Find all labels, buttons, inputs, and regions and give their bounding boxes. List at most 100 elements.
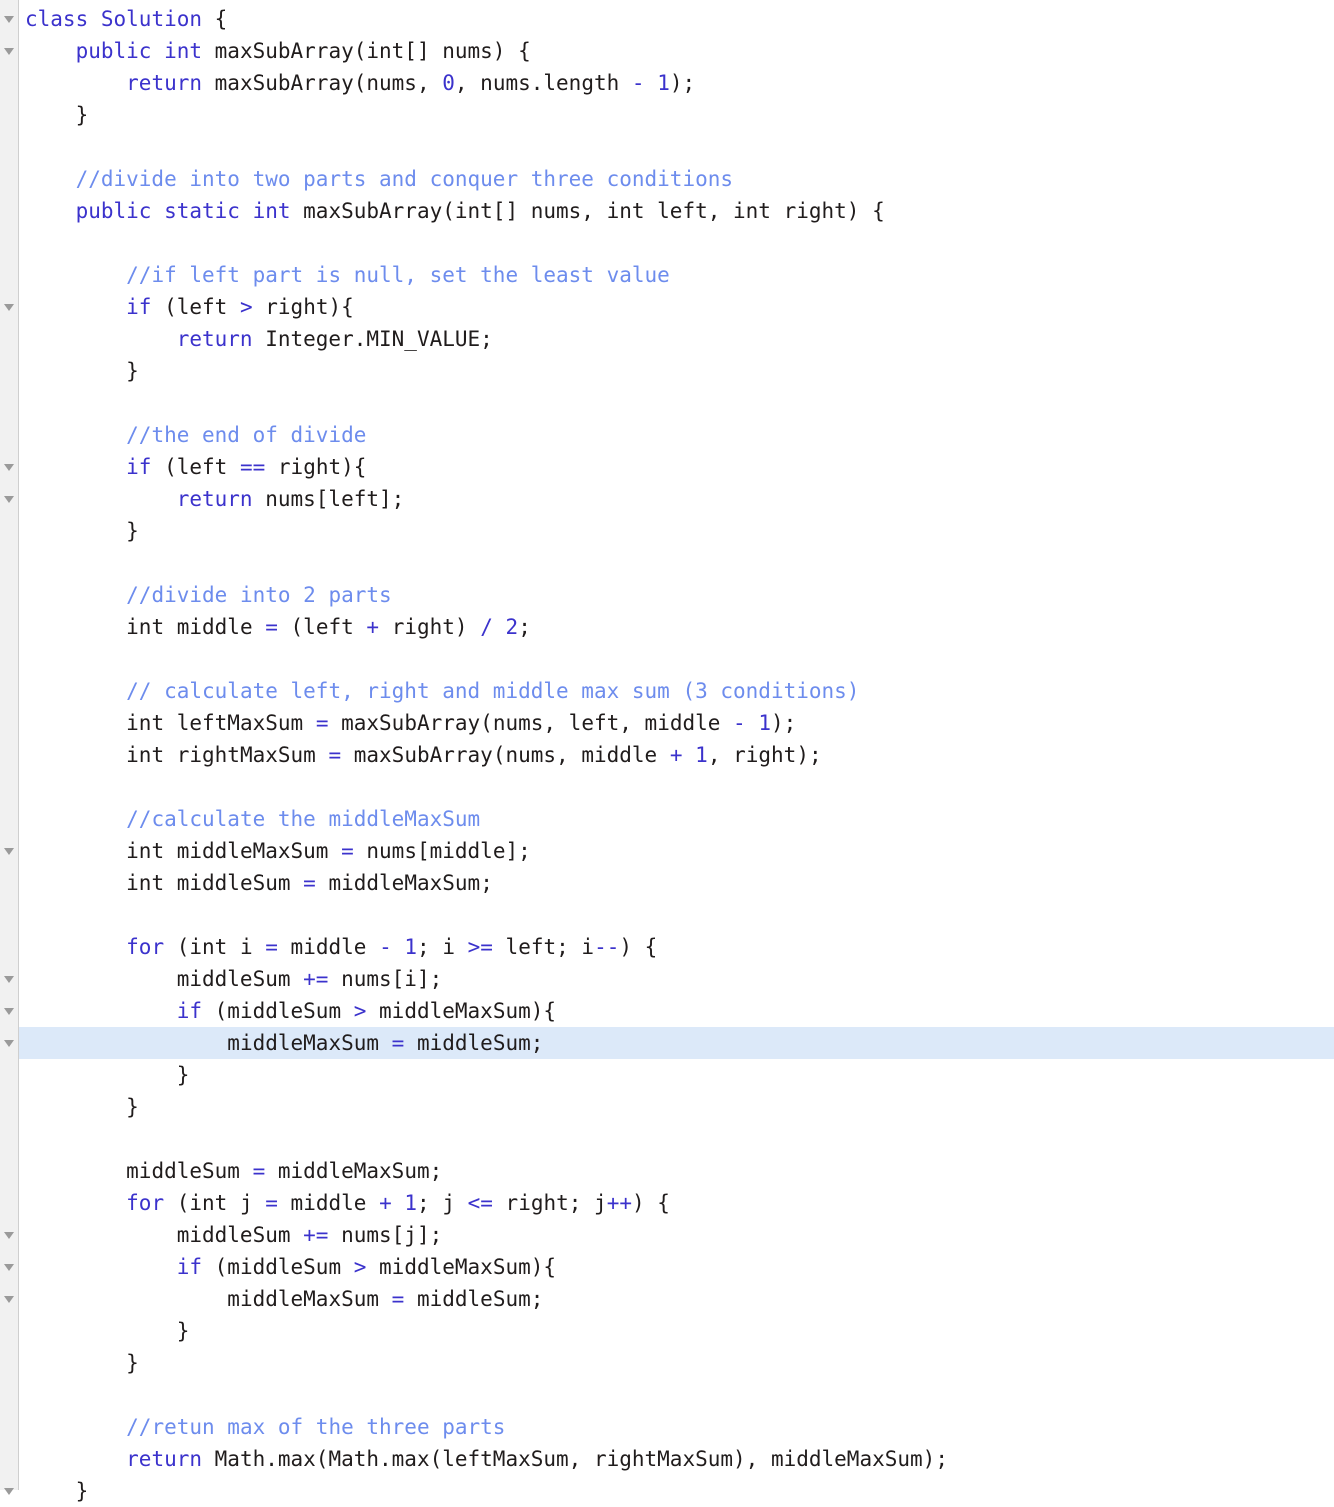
code-line[interactable]: return Math.max(Math.max(leftMaxSum, rig… bbox=[0, 1443, 1334, 1475]
code-line[interactable]: middleMaxSum = middleSum; bbox=[0, 1283, 1334, 1315]
code-line[interactable]: int rightMaxSum = maxSubArray(nums, midd… bbox=[0, 739, 1334, 771]
code-content[interactable]: class Solution { public int maxSubArray(… bbox=[0, 0, 1334, 1503]
code-line[interactable] bbox=[0, 387, 1334, 419]
code-line-text: int middleMaxSum = nums[middle]; bbox=[0, 835, 531, 867]
code-token-pl: middleMaxSum; bbox=[315, 871, 493, 895]
fold-collapse-icon[interactable] bbox=[4, 976, 14, 983]
code-line[interactable]: //calculate the middleMaxSum bbox=[0, 803, 1334, 835]
code-line[interactable]: } bbox=[0, 1059, 1334, 1091]
code-line[interactable]: } bbox=[0, 99, 1334, 131]
code-token-pl: middleMaxSum; bbox=[265, 1159, 443, 1183]
code-line[interactable]: for (int j = middle + 1; j <= right; j++… bbox=[0, 1187, 1334, 1219]
code-line-text: //divide into 2 parts bbox=[0, 579, 392, 611]
code-line-text: public int maxSubArray(int[] nums) { bbox=[0, 35, 531, 67]
code-token-pl: nums[middle]; bbox=[353, 839, 531, 863]
code-token-pl: } bbox=[126, 1351, 139, 1375]
code-token-op: = bbox=[303, 871, 316, 895]
code-line[interactable]: if (left == right){ bbox=[0, 451, 1334, 483]
code-line[interactable]: middleSum += nums[i]; bbox=[0, 963, 1334, 995]
code-editor[interactable]: class Solution { public int maxSubArray(… bbox=[0, 0, 1334, 1503]
code-line[interactable]: // calculate left, right and middle max … bbox=[0, 675, 1334, 707]
code-token-op: > bbox=[353, 1255, 367, 1279]
code-token-pl: } bbox=[126, 1095, 139, 1119]
fold-collapse-icon[interactable] bbox=[4, 1488, 14, 1495]
code-token-pl: , right); bbox=[707, 743, 822, 767]
code-line[interactable]: int middleSum = middleMaxSum; bbox=[0, 867, 1334, 899]
code-line[interactable]: return Integer.MIN_VALUE; bbox=[0, 323, 1334, 355]
code-token-kw: return bbox=[126, 1447, 203, 1471]
fold-collapse-icon[interactable] bbox=[4, 304, 14, 311]
code-token-num: 0 bbox=[442, 71, 455, 95]
code-line[interactable]: return maxSubArray(nums, 0, nums.length … bbox=[0, 67, 1334, 99]
code-line[interactable]: int middle = (left + right) / 2; bbox=[0, 611, 1334, 643]
code-line[interactable]: for (int i = middle - 1; i >= left; i--)… bbox=[0, 931, 1334, 963]
code-token-pl: , nums.length bbox=[454, 71, 632, 95]
code-line[interactable]: } bbox=[0, 1475, 1334, 1507]
code-line[interactable]: return nums[left]; bbox=[0, 483, 1334, 515]
code-line[interactable] bbox=[0, 1123, 1334, 1155]
code-token-cmt: // calculate left, right and middle max … bbox=[126, 679, 860, 703]
fold-collapse-icon[interactable] bbox=[4, 48, 14, 55]
code-line[interactable]: class Solution { bbox=[0, 3, 1334, 35]
code-token-pl: (int j bbox=[164, 1191, 266, 1215]
fold-collapse-icon[interactable] bbox=[4, 848, 14, 855]
code-line[interactable]: //retun max of the three parts bbox=[0, 1411, 1334, 1443]
code-line-text: if (left > right){ bbox=[0, 291, 354, 323]
code-line[interactable]: //divide into 2 parts bbox=[0, 579, 1334, 611]
code-token-op: / bbox=[480, 615, 493, 639]
code-line-text: if (left == right){ bbox=[0, 451, 366, 483]
code-line[interactable]: int middleMaxSum = nums[middle]; bbox=[0, 835, 1334, 867]
code-line[interactable]: //divide into two parts and conquer thre… bbox=[0, 163, 1334, 195]
code-line[interactable]: middleSum = middleMaxSum; bbox=[0, 1155, 1334, 1187]
code-token-cmt: //calculate the middleMaxSum bbox=[126, 807, 481, 831]
code-line[interactable]: int leftMaxSum = maxSubArray(nums, left,… bbox=[0, 707, 1334, 739]
code-token-num: 2 bbox=[505, 615, 519, 639]
code-line-text: int leftMaxSum = maxSubArray(nums, left,… bbox=[0, 707, 796, 739]
code-token-pl: right; j bbox=[492, 1191, 607, 1215]
code-line[interactable] bbox=[0, 131, 1334, 163]
code-line[interactable]: public static int maxSubArray(int[] nums… bbox=[0, 195, 1334, 227]
code-line-text: return Integer.MIN_VALUE; bbox=[0, 323, 493, 355]
code-folding-gutter[interactable] bbox=[0, 0, 18, 1495]
code-line[interactable] bbox=[0, 227, 1334, 259]
code-line[interactable]: if (middleSum > middleMaxSum){ bbox=[0, 995, 1334, 1027]
code-line[interactable] bbox=[0, 771, 1334, 803]
fold-collapse-icon[interactable] bbox=[4, 1040, 14, 1047]
code-line[interactable]: middleMaxSum = middleSum; bbox=[0, 1027, 1334, 1059]
code-line[interactable] bbox=[0, 899, 1334, 931]
fold-collapse-icon[interactable] bbox=[4, 464, 14, 471]
code-token-cmt: //divide into two parts and conquer thre… bbox=[75, 167, 734, 191]
fold-collapse-icon[interactable] bbox=[4, 16, 14, 23]
code-line[interactable] bbox=[0, 547, 1334, 579]
code-token-op: <= bbox=[467, 1191, 493, 1215]
code-line[interactable]: } bbox=[0, 1315, 1334, 1347]
code-token-pl: ); bbox=[771, 711, 797, 735]
code-token-pl: (left bbox=[151, 295, 240, 319]
fold-collapse-icon[interactable] bbox=[4, 1008, 14, 1015]
code-line-text: middleMaxSum = middleSum; bbox=[0, 1283, 543, 1315]
code-line[interactable] bbox=[0, 1379, 1334, 1411]
code-line[interactable]: } bbox=[0, 355, 1334, 387]
code-token-pl: ); bbox=[669, 71, 696, 95]
code-token-pl: ; j bbox=[417, 1191, 468, 1215]
code-line[interactable]: if (middleSum > middleMaxSum){ bbox=[0, 1251, 1334, 1283]
fold-collapse-icon[interactable] bbox=[4, 1232, 14, 1239]
code-token-pl: maxSubArray(nums, middle bbox=[341, 743, 670, 767]
code-line[interactable]: if (left > right){ bbox=[0, 291, 1334, 323]
code-line[interactable] bbox=[0, 643, 1334, 675]
code-line[interactable]: middleSum += nums[j]; bbox=[0, 1219, 1334, 1251]
code-line[interactable]: //the end of divide bbox=[0, 419, 1334, 451]
code-line[interactable]: public int maxSubArray(int[] nums) { bbox=[0, 35, 1334, 67]
code-line[interactable]: //if left part is null, set the least va… bbox=[0, 259, 1334, 291]
fold-collapse-icon[interactable] bbox=[4, 1296, 14, 1303]
fold-collapse-icon[interactable] bbox=[4, 1264, 14, 1271]
code-line-text: class Solution { bbox=[0, 3, 227, 35]
code-line[interactable]: } bbox=[0, 1091, 1334, 1123]
code-line-text: return Math.max(Math.max(leftMaxSum, rig… bbox=[0, 1443, 948, 1475]
code-line[interactable]: } bbox=[0, 1347, 1334, 1379]
code-token-op: = bbox=[265, 615, 278, 639]
code-line-text: middleSum = middleMaxSum; bbox=[0, 1155, 442, 1187]
code-line[interactable]: } bbox=[0, 515, 1334, 547]
fold-collapse-icon[interactable] bbox=[4, 496, 14, 503]
